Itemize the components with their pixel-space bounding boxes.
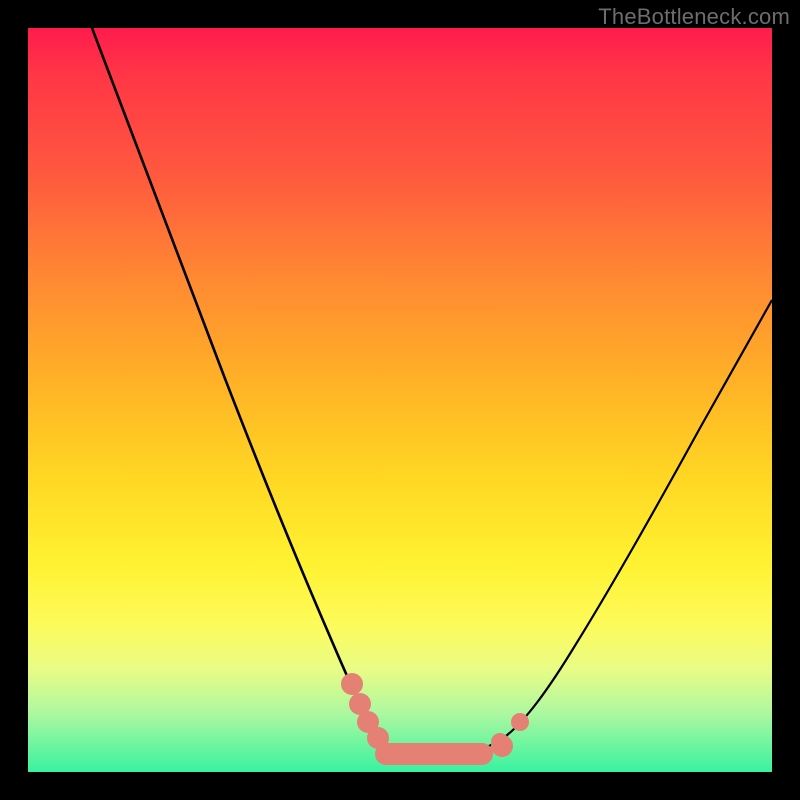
watermark-text: TheBottleneck.com xyxy=(598,4,790,30)
marker-left-cluster-c xyxy=(367,727,389,749)
plot-area xyxy=(28,28,772,772)
curve-right-branch xyxy=(446,300,772,755)
curve-left-branch xyxy=(92,28,446,755)
marker-right-small-a xyxy=(491,733,509,751)
outer-frame: TheBottleneck.com xyxy=(0,0,800,800)
chart-svg xyxy=(28,28,772,772)
marker-right-small-b xyxy=(511,713,529,731)
marker-left-cluster-top xyxy=(341,673,363,695)
